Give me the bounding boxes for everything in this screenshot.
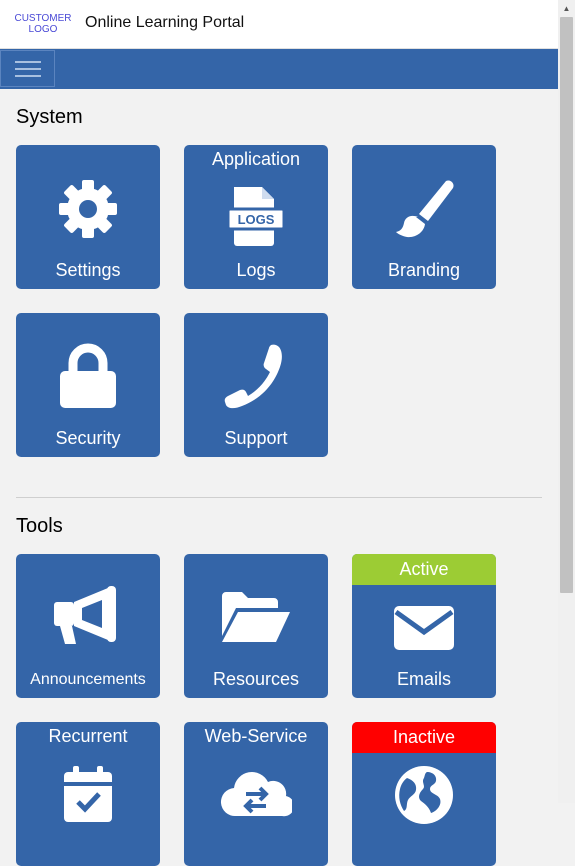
hamburger-menu-button[interactable] (0, 50, 55, 87)
tile-settings[interactable]: Settings (16, 145, 160, 289)
tile-application-logs[interactable]: Application LOGS Logs (184, 145, 328, 289)
paintbrush-icon (352, 177, 496, 241)
hamburger-bar (14, 74, 41, 77)
tile-recurrent[interactable]: Recurrent (16, 722, 160, 866)
tile-label: Resources (212, 669, 300, 689)
tile-label: Security (55, 428, 121, 448)
tile-security[interactable]: Security (16, 313, 160, 457)
folder-open-icon (184, 590, 328, 644)
status-badge-active: Active (352, 554, 496, 585)
tile-top-label: Recurrent (48, 726, 128, 746)
cloud-sync-icon (184, 768, 328, 818)
lock-icon (16, 343, 160, 409)
status-badge-inactive: Inactive (352, 722, 496, 753)
tile-resources[interactable]: Resources (184, 554, 328, 698)
calendar-icon (16, 764, 160, 824)
section-divider (16, 497, 542, 498)
scroll-up-arrow-icon[interactable]: ▲ (558, 0, 575, 17)
tile-label: Support (224, 428, 288, 448)
tile-label: Settings (55, 260, 121, 280)
tile-label: Branding (387, 260, 461, 280)
tile-support[interactable]: Support (184, 313, 328, 457)
customer-logo[interactable]: CUSTOMER LOGO (14, 13, 72, 35)
globe-icon (352, 764, 496, 826)
tile-emails[interactable]: Active Emails (352, 554, 496, 698)
tile-announcements[interactable]: Announcements (16, 554, 160, 698)
gear-icon (16, 179, 160, 239)
phone-icon (184, 343, 328, 409)
hamburger-bar (14, 60, 41, 63)
logo-line-1: CUSTOMER (14, 13, 72, 24)
section-title-system: System (16, 106, 83, 128)
megaphone-icon (16, 584, 160, 648)
tile-label: Announcements (30, 671, 146, 688)
scrollbar-thumb[interactable] (560, 17, 573, 593)
tile-label: Emails (396, 669, 451, 689)
tile-label: Logs (236, 260, 276, 280)
top-header: CUSTOMER LOGO Online Learning Portal (0, 0, 558, 49)
hamburger-bar (14, 67, 41, 70)
logo-line-2: LOGO (28, 24, 58, 35)
tile-top-label: Application (211, 149, 301, 169)
tile-top-label: Web-Service (204, 726, 308, 746)
envelope-icon (352, 604, 496, 652)
section-title-tools: Tools (16, 515, 63, 537)
nav-bar (0, 49, 558, 89)
logs-icon-text: LOGS (238, 212, 275, 227)
tile-branding[interactable]: Branding (352, 145, 496, 289)
app-title: Online Learning Portal (85, 14, 245, 31)
logs-file-icon: LOGS (184, 185, 328, 247)
tile-web-service[interactable]: Web-Service (184, 722, 328, 866)
tile-inactive[interactable]: Inactive (352, 722, 496, 866)
